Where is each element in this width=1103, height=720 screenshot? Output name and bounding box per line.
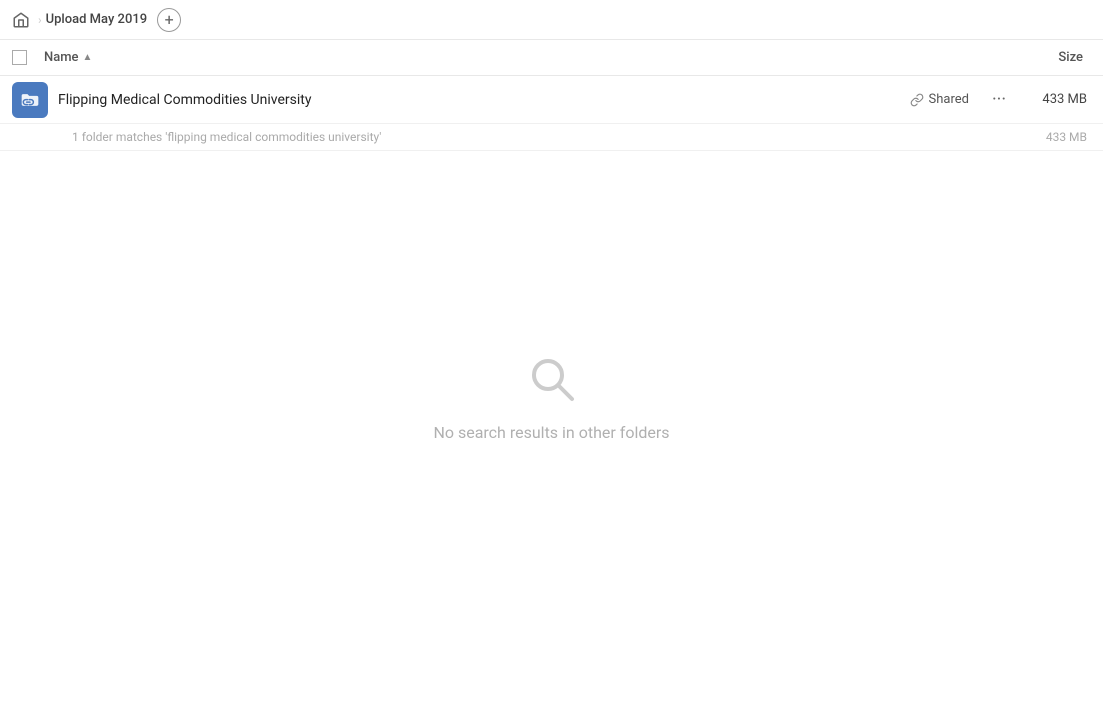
no-results-text: No search results in other folders (433, 423, 669, 442)
name-column-header[interactable]: Name ▲ (44, 50, 1011, 65)
name-column-label: Name (44, 50, 79, 65)
link-folder-icon (20, 90, 40, 110)
home-button[interactable] (12, 11, 30, 29)
search-empty-icon (524, 351, 580, 407)
column-header-row: Name ▲ Size (0, 40, 1103, 76)
match-info-row: 1 folder matches 'flipping medical commo… (0, 124, 1103, 151)
file-size: 433 MB (1021, 92, 1091, 107)
link-icon (910, 93, 924, 107)
match-count-text: 1 folder matches 'flipping medical commo… (72, 130, 381, 144)
file-icon-container (12, 82, 48, 118)
more-icon: ··· (992, 89, 1006, 110)
breadcrumb-text[interactable]: Upload May 2019 (46, 12, 148, 27)
size-column-label: Size (1058, 50, 1083, 65)
shared-label: Shared (929, 92, 969, 107)
shared-badge: Shared (910, 92, 969, 107)
size-column-header[interactable]: Size (1011, 50, 1091, 65)
add-button[interactable]: + (157, 8, 181, 32)
sort-arrow-icon: ▲ (83, 52, 93, 63)
no-results-section: No search results in other folders (0, 151, 1103, 442)
plus-icon: + (165, 12, 174, 28)
top-bar: › Upload May 2019 + (0, 0, 1103, 40)
file-name: Flipping Medical Commodities University (58, 92, 910, 108)
select-all-checkbox-area[interactable] (12, 50, 36, 65)
select-all-checkbox[interactable] (12, 50, 27, 65)
home-icon (12, 11, 30, 29)
more-options-button[interactable]: ··· (985, 86, 1013, 114)
match-size: 433 MB (1046, 130, 1091, 144)
file-row[interactable]: Flipping Medical Commodities University … (0, 76, 1103, 124)
breadcrumb-separator: › (38, 13, 42, 27)
